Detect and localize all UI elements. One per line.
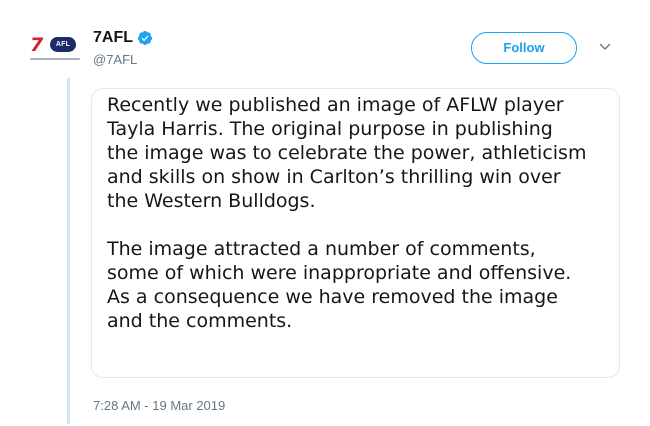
handle[interactable]: @7AFL [93,52,137,68]
display-name[interactable]: 7AFL [93,28,133,47]
verified-badge-icon [137,30,152,45]
name-row[interactable]: 7AFL [93,28,153,47]
follow-button[interactable]: Follow [471,32,577,64]
tweet-card: 7 AFL 7AFL @7AFL Follow Recently we publ… [0,0,650,426]
timestamp[interactable]: 7:28 AM - 19 Mar 2019 [93,398,225,414]
tweet-paragraph: Recently we published an image of AFLW p… [107,94,587,212]
tweet-image-text[interactable]: Recently we published an image of AFLW p… [91,88,620,378]
thread-line [67,78,70,424]
avatar-afl-logo: AFL [50,37,76,52]
avatar-seven-logo: 7 [30,34,44,56]
chevron-down-icon[interactable] [598,40,612,54]
tweet-paragraph: The image attracted a number of comments… [107,238,572,332]
avatar-tagline [30,58,80,60]
avatar[interactable]: 7 AFL [30,34,80,64]
